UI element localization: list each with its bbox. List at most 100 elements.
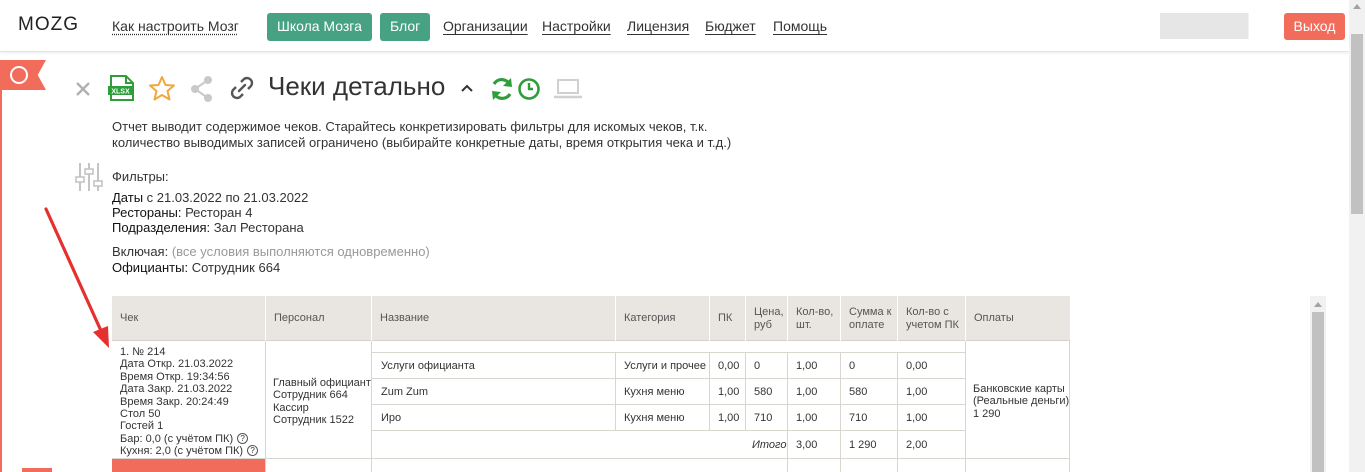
check-bar-text: Бар: 0,0 (с учётом ПК): [120, 432, 234, 445]
report-description: Отчет выводит содержимое чеков. Старайте…: [112, 119, 732, 150]
col-header-name[interactable]: Название: [371, 296, 615, 341]
total-qty: 3,00: [796, 439, 818, 451]
col-header-category[interactable]: Категория: [615, 296, 709, 341]
check-guests: Гостей 1: [120, 420, 164, 433]
nav-link-how-to-setup[interactable]: Как настроить Мозг: [112, 18, 239, 34]
table-scrollbar[interactable]: [1310, 296, 1326, 472]
col-header-payments[interactable]: Оплаты: [965, 296, 1070, 341]
item-sum: 710: [849, 412, 868, 424]
table-header: Чек Персонал Название Категория ПК Цена,…: [112, 296, 1070, 341]
check-close-date: Дата Закр. 21.03.2022: [120, 383, 233, 396]
payment-type: (Реальные деньги): [973, 395, 1070, 408]
item-qty-pk: 1,00: [906, 386, 928, 398]
payment-info: Банковские карты (Реальные деньги) 1 290: [973, 383, 1069, 420]
col-header-sum[interactable]: Сумма к оплате: [840, 296, 897, 341]
staff-name: Сотрудник 1522: [273, 414, 354, 427]
nav-link-organizations[interactable]: Организации: [443, 18, 528, 34]
col-divider: [965, 341, 966, 472]
nav-link-budget[interactable]: Бюджет: [705, 18, 756, 34]
scroll-up-arrow-icon[interactable]: [1353, 4, 1361, 9]
scroll-up-arrow-icon[interactable]: [1314, 302, 1322, 307]
close-icon[interactable]: [74, 80, 92, 98]
filters-label: Фильтры:: [112, 169, 169, 184]
col-header-qty-pk[interactable]: Кол-во с учетом ПК: [897, 296, 965, 341]
nav-button-school[interactable]: Школа Мозга: [267, 13, 372, 41]
item-qty: 1,00: [796, 412, 818, 424]
filter-divisions-value: Зал Ресторана: [210, 220, 304, 235]
filter-waiters-value: Сотрудник 664: [188, 260, 281, 275]
top-navbar: MOZG Как настроить Мозг Школа Мозга Блог…: [0, 0, 1349, 52]
col-header-staff[interactable]: Персонал: [265, 296, 371, 341]
filters-sliders-icon[interactable]: [75, 161, 103, 193]
check-kitchen-line: Кухня: 2,0 (с учётом ПК)?: [120, 445, 259, 458]
filter-divisions-key: Подразделения:: [112, 220, 211, 235]
logout-button[interactable]: Выход: [1284, 13, 1345, 40]
table-scrollbar-thumb[interactable]: [1312, 312, 1324, 472]
svg-text:XLSX: XLSX: [111, 89, 130, 96]
table-row-item: Услуги официанта Услуги и прочее 0,00 0 …: [372, 353, 965, 379]
page-scrollbar[interactable]: [1349, 0, 1365, 472]
clock-schedule-icon[interactable]: [517, 77, 541, 101]
mozg-logo[interactable]: MOZG: [18, 14, 79, 36]
item-category: Услуги и прочее: [624, 360, 707, 372]
page-scrollbar-thumb[interactable]: [1351, 34, 1363, 214]
col-divider: [897, 353, 898, 472]
logo-text: MOZG: [18, 14, 79, 35]
filter-restaurants-key: Рестораны:: [112, 205, 182, 220]
col-header-price[interactable]: Цена, руб: [745, 296, 787, 341]
laptop-icon[interactable]: [553, 78, 583, 100]
filter-divisions: Подразделения: Зал Ресторана: [112, 220, 304, 235]
xlsx-export-icon[interactable]: XLSX: [108, 74, 136, 102]
item-pk: 0,00: [718, 360, 740, 372]
chevron-up-icon[interactable]: [460, 83, 474, 93]
total-label: Итого: [752, 439, 787, 451]
check-number[interactable]: 1. № 214: [120, 346, 258, 358]
filter-restaurants: Рестораны: Ресторан 4: [112, 205, 252, 220]
col-header-qty[interactable]: Кол-во, шт.: [787, 296, 840, 341]
filter-including-key: Включая:: [112, 244, 169, 259]
share-icon[interactable]: [189, 75, 215, 103]
col-divider: [709, 353, 710, 431]
checks-table: Чек Персонал Название Категория ПК Цена,…: [112, 296, 1070, 472]
check-open-time: Время Откр. 19:34:56: [120, 370, 230, 383]
check-bar-line: Бар: 0,0 (с учётом ПК)?: [120, 432, 258, 445]
filter-waiters-key: Официанты:: [112, 260, 189, 275]
nav-link-license[interactable]: Лицензия: [627, 18, 689, 34]
filter-restaurants-value: Ресторан 4: [181, 205, 253, 220]
total-sum: 1 290: [849, 439, 877, 451]
refresh-icon[interactable]: [489, 76, 515, 102]
col-divider: [615, 353, 616, 431]
annotation-arrow-icon: [44, 207, 109, 348]
col-header-check[interactable]: Чек: [112, 296, 265, 341]
item-name: Zum Zum: [381, 386, 429, 398]
user-account-box[interactable]: [1160, 13, 1264, 39]
col-divider: [265, 341, 266, 472]
check-open-date: Дата Откр. 21.03.2022: [120, 358, 234, 371]
check-info: 1. № 214 Дата Откр. 21.03.2022 Время Отк…: [120, 346, 259, 458]
item-pk: 1,00: [718, 386, 740, 398]
col-divider: [840, 353, 841, 472]
item-qty: 1,00: [796, 386, 818, 398]
col-header-pk[interactable]: ПК: [709, 296, 745, 341]
next-check-highlight[interactable]: [112, 459, 265, 472]
filter-dates-key: Даты: [112, 190, 144, 205]
help-icon[interactable]: ?: [247, 445, 259, 457]
col-divider: [787, 353, 788, 472]
staff-role: Кассир: [273, 401, 309, 414]
nav-link-settings[interactable]: Настройки: [542, 18, 611, 34]
link-icon[interactable]: [228, 76, 256, 102]
filter-dates: Даты с 21.03.2022 по 21.03.2022: [112, 190, 308, 205]
nav-button-blog[interactable]: Блог: [380, 13, 431, 41]
item-price: 0: [754, 360, 761, 372]
item-price: 580: [754, 386, 773, 398]
item-qty-pk: 1,00: [906, 412, 928, 424]
nav-link-help[interactable]: Помощь: [773, 18, 827, 34]
check-close-time: Время Закр. 20:24:49: [120, 395, 229, 408]
help-icon[interactable]: ?: [237, 432, 249, 444]
payment-method: Банковские карты: [973, 383, 1065, 395]
item-qty: 1,00: [796, 360, 818, 372]
table-row-item: Zum Zum Кухня меню 1,00 580 1,00 580 1,0…: [372, 379, 965, 405]
check-kitchen-text: Кухня: 2,0 (с учётом ПК): [120, 445, 244, 458]
star-favorite-icon[interactable]: [148, 75, 176, 102]
item-pk: 1,00: [718, 412, 740, 424]
